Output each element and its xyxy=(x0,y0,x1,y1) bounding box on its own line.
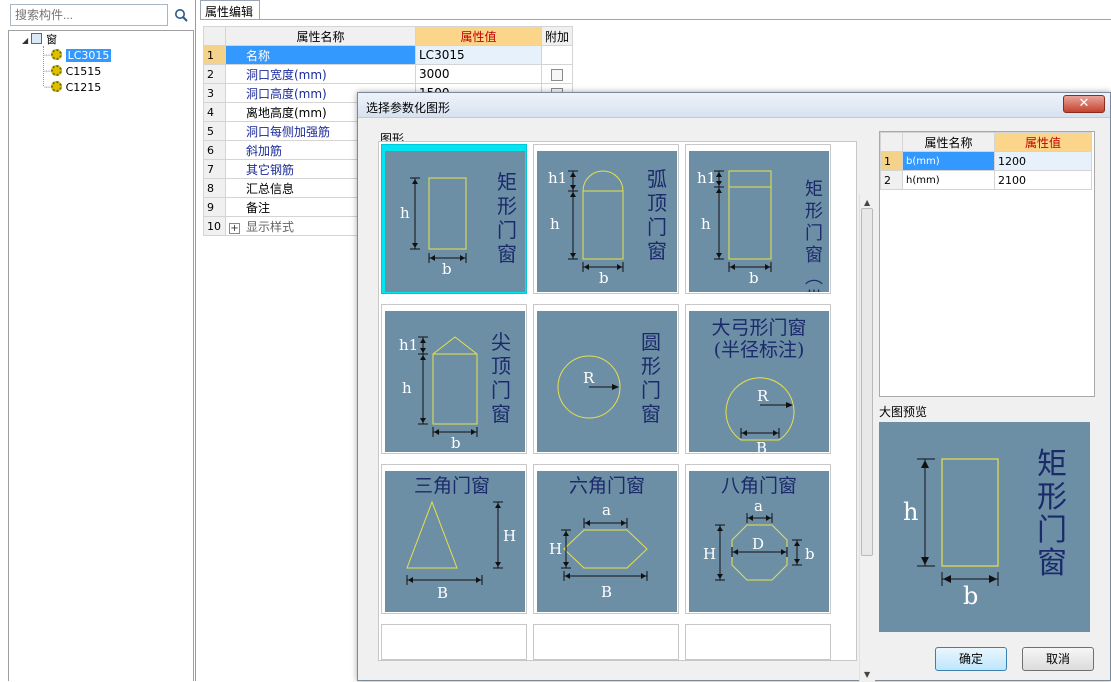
property-extra[interactable] xyxy=(540,45,574,65)
search-input[interactable] xyxy=(10,4,168,26)
tree-item-lc3015[interactable]: ┈ LC3015 xyxy=(44,48,112,63)
dimension-label: R xyxy=(583,369,595,387)
param-row[interactable]: 1 b(mm) 1200 xyxy=(880,151,1092,171)
shape-option[interactable] xyxy=(533,624,679,660)
property-name[interactable]: 名称 xyxy=(225,45,416,65)
shape-title: 八角门窗 xyxy=(721,475,797,497)
dimension-label: H xyxy=(549,540,562,558)
preview-b-label: b xyxy=(963,582,978,610)
tree-item-label: C1515 xyxy=(65,65,102,78)
scroll-thumb[interactable] xyxy=(861,208,873,556)
dimension-label: b xyxy=(749,269,759,287)
shape-option[interactable] xyxy=(685,624,831,660)
shape-option[interactable]: a D Hb 八角门窗 xyxy=(685,464,831,614)
preview-label: 大图预览 xyxy=(879,405,928,419)
shape-option[interactable]: a H B 六角门窗 xyxy=(533,464,679,614)
dialog-title: 选择参数化图形 xyxy=(358,93,1110,118)
header-value: 属性值 xyxy=(415,26,542,46)
preview-image: h b 矩形门窗 xyxy=(879,422,1090,632)
header-name: 属性名称 xyxy=(225,26,416,46)
dimension-label: h xyxy=(550,215,560,233)
property-row[interactable]: 2 洞口宽度(mm) 3000 xyxy=(203,64,574,84)
dimension-label: b xyxy=(451,434,461,452)
tree-item-label: LC3015 xyxy=(65,49,112,62)
property-value[interactable]: LC3015 xyxy=(415,45,542,65)
shape-option[interactable]: h1 h b 矩形门窗︵带亮子︶ xyxy=(685,144,831,294)
param-row[interactable]: 2 h(mm) 2100 xyxy=(880,170,1092,190)
param-table: 属性名称 属性值 1 b(mm) 1200 2 h(mm) 2100 xyxy=(879,131,1095,397)
tree-item-label: C1215 xyxy=(65,81,102,94)
dimension-label: B xyxy=(601,583,612,601)
shape-title: 尖顶门窗 xyxy=(491,330,511,426)
shape-option[interactable] xyxy=(381,624,527,660)
dimension-label: h xyxy=(701,215,711,233)
shape-title: 六角门窗 xyxy=(569,475,645,497)
property-name[interactable]: 洞口宽度(mm) xyxy=(225,64,416,84)
select-shape-dialog: 选择参数化图形 ✕ 图形 hb矩形门窗h1hb弧顶门窗h1hb矩形门窗︵带亮子︶… xyxy=(357,92,1111,682)
dimension-label: b xyxy=(805,545,815,563)
header-extra: 附加 xyxy=(540,26,574,46)
checkbox[interactable] xyxy=(551,68,563,81)
dimension-label: h1 xyxy=(548,169,567,187)
component-panel: ◢窗 ┈LC3015 ┈C1515 ┈C1215 xyxy=(0,0,196,681)
property-value[interactable]: 3000 xyxy=(415,64,542,84)
dimension-label: b xyxy=(442,260,452,278)
ok-button[interactable]: 确定 xyxy=(935,647,1007,671)
cancel-button[interactable]: 取消 xyxy=(1022,647,1094,671)
dimension-label: a xyxy=(754,497,763,515)
shape-option[interactable]: R B 大弓形门窗(半径标注) xyxy=(685,304,831,454)
collapse-icon[interactable]: ◢ xyxy=(22,36,28,45)
property-row[interactable]: 1 名称 LC3015 xyxy=(203,45,574,65)
dimension-label: b xyxy=(599,269,609,287)
tab-property-editor[interactable]: 属性编辑 xyxy=(200,0,260,20)
shape-option[interactable]: R 圆形门窗 xyxy=(533,304,679,454)
shape-title: 圆形门窗 xyxy=(641,330,661,426)
dimension-label: B xyxy=(437,584,448,602)
shape-gallery: h b 矩形门窗 h1 h b 弧顶门窗 h1 h b 矩形门窗︵带亮子︶ h1 h b 尖顶门窗 R 圆形门窗… xyxy=(378,141,875,682)
tree-item-c1515[interactable]: ┈ C1515 xyxy=(44,64,101,79)
param-header-value: 属性值 xyxy=(994,132,1092,152)
property-extra[interactable] xyxy=(540,64,574,84)
dimension-label: B xyxy=(756,439,767,452)
dimension-label: H xyxy=(703,545,716,563)
shape-option[interactable]: h1 h b 弧顶门窗 xyxy=(533,144,679,294)
shape-option[interactable]: H B 三角门窗 xyxy=(381,464,527,614)
search-icon[interactable] xyxy=(170,4,192,26)
tree-node-root[interactable]: ◢ 窗 xyxy=(22,32,57,47)
dimension-label: h xyxy=(400,204,410,222)
component-tree xyxy=(8,30,194,681)
shape-title: 大弓形门窗(半径标注) xyxy=(711,317,806,361)
param-header-name: 属性名称 xyxy=(902,132,995,152)
scroll-down-icon[interactable]: ▼ xyxy=(864,670,870,679)
dimension-label: H xyxy=(503,527,516,545)
shape-option[interactable]: h b 矩形门窗 xyxy=(381,144,527,294)
dimension-label: h1 xyxy=(697,169,716,187)
shape-option[interactable]: h1 h b 尖顶门窗 xyxy=(381,304,527,454)
preview-h-label: h xyxy=(903,498,918,526)
dimension-label: h xyxy=(402,379,412,397)
gear-icon xyxy=(50,49,62,60)
shape-title: 矩形门窗 xyxy=(497,170,517,266)
expand-icon[interactable]: + xyxy=(229,222,240,234)
gear-icon xyxy=(50,81,62,92)
shape-title: 三角门窗 xyxy=(414,475,490,497)
dimension-label: a xyxy=(602,501,611,519)
gear-icon xyxy=(50,65,62,76)
tree-node-label: 窗 xyxy=(46,33,58,46)
tree-item-c1215[interactable]: ┈ C1215 xyxy=(44,80,101,95)
dimension-label: R xyxy=(757,387,769,405)
scroll-up-icon[interactable]: ▲ xyxy=(864,198,870,207)
preview-title: 矩形门窗 xyxy=(1037,447,1067,581)
close-button[interactable]: ✕ xyxy=(1063,95,1105,113)
shape-title: 矩形门窗︵带亮子︶ xyxy=(805,179,823,292)
dimension-label: D xyxy=(752,535,764,553)
shape-title: 弧顶门窗 xyxy=(647,167,667,263)
dimension-label: h1 xyxy=(399,336,418,354)
window-icon xyxy=(31,33,43,44)
